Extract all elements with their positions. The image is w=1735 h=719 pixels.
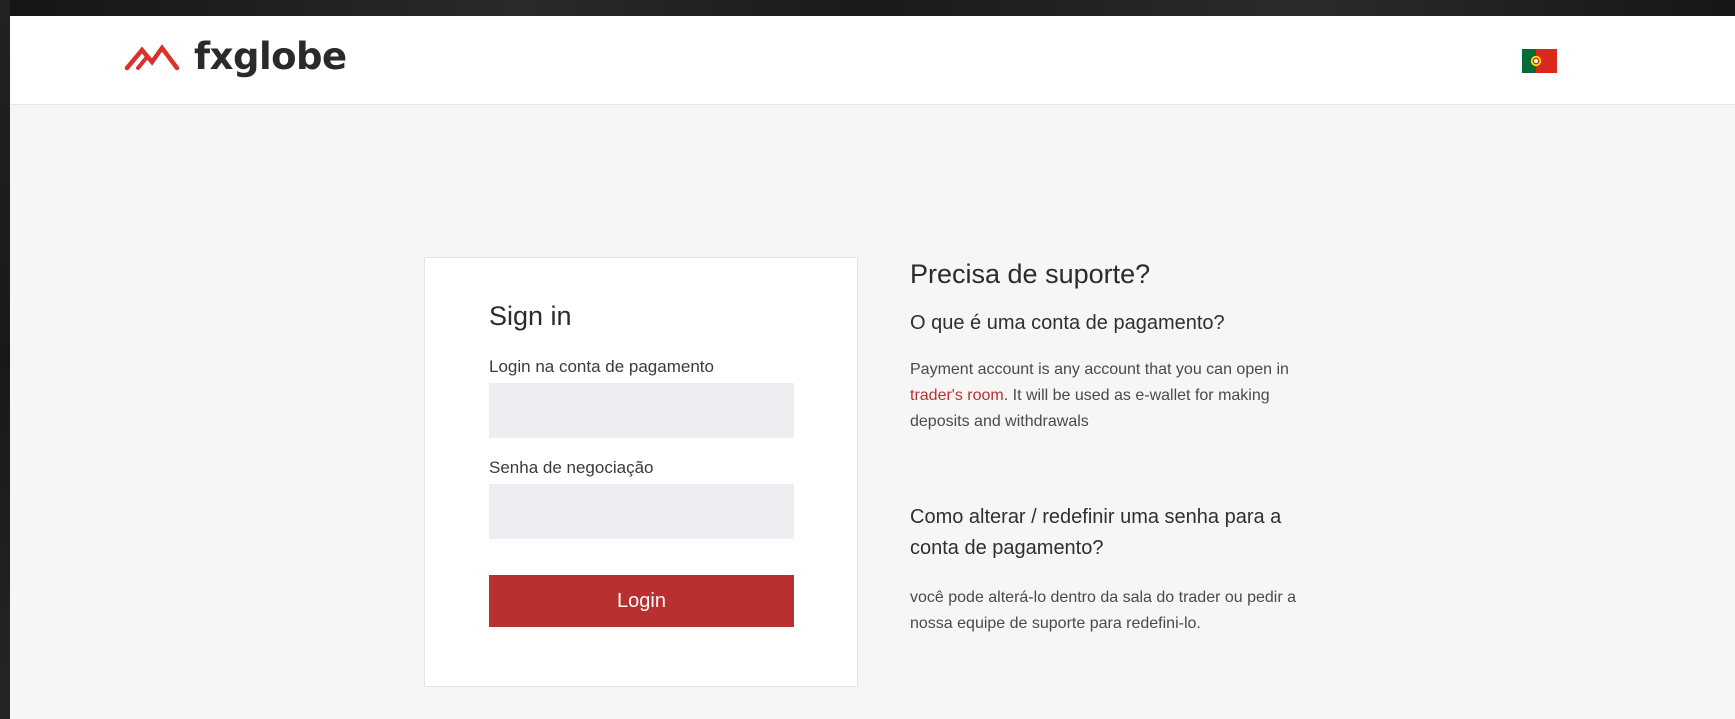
login-label: Login na conta de pagamento: [489, 357, 714, 376]
password-label: Senha de negociação: [489, 458, 654, 477]
support-panel: Precisa de suporte? O que é uma conta de…: [910, 257, 1340, 632]
login-input[interactable]: [489, 383, 794, 438]
faq-answer-reset-password: você pode alterá-lo dentro da sala do tr…: [910, 589, 1297, 632]
login-button[interactable]: Login: [489, 575, 794, 627]
background-top-edge: [0, 0, 1735, 16]
faq-question-reset-password: Como alterar / redefinir uma senha para …: [910, 506, 1282, 559]
fxglobe-logo[interactable]: fxglobe: [124, 37, 347, 77]
background-left-edge: [0, 0, 10, 719]
logo-text: fxglobe: [194, 35, 347, 78]
traders-room-link[interactable]: trader's room: [910, 387, 1004, 404]
site-header: fxglobe: [10, 16, 1735, 105]
logo-mountain-icon: [124, 44, 180, 71]
faq-answer-text-start: Payment account is any account that you …: [910, 361, 1289, 378]
faq-answer-payment-account: Payment account is any account that you …: [910, 357, 1330, 435]
password-input[interactable]: [489, 484, 794, 539]
login-page: fxglobe Sign in Login na conta de pagame…: [10, 16, 1735, 719]
signin-title: Sign in: [489, 301, 572, 331]
support-title: Precisa de suporte?: [910, 259, 1151, 289]
portugal-flag-icon[interactable]: [1522, 49, 1557, 73]
faq-question-payment-account: O que é uma conta de pagamento?: [910, 312, 1225, 334]
signin-card: Sign in Login na conta de pagamento Senh…: [424, 257, 858, 687]
